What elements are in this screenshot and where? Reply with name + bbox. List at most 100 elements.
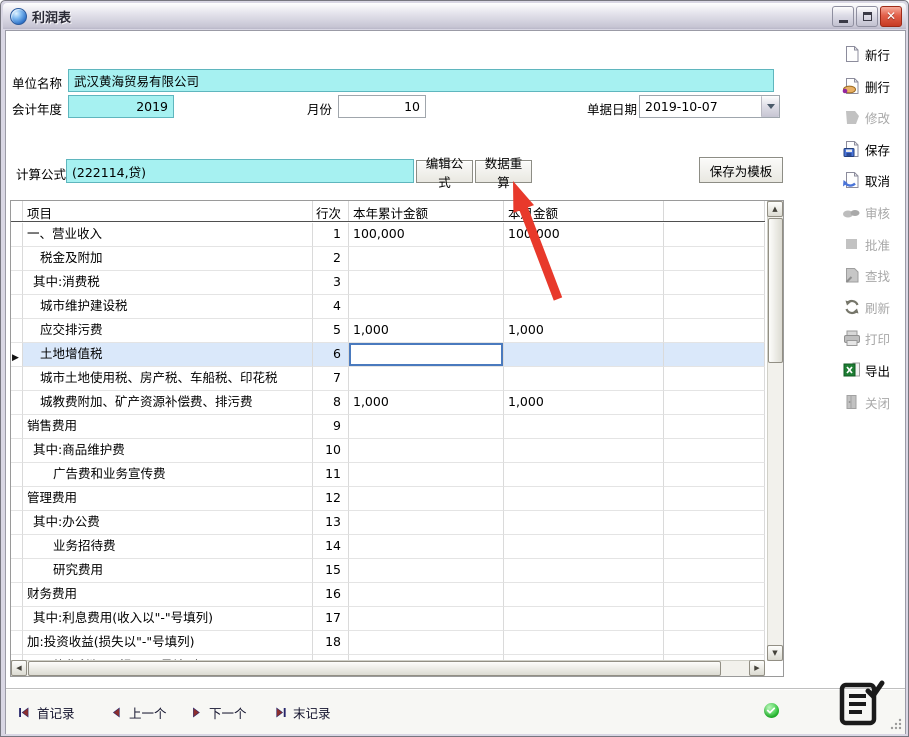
- item-cell[interactable]: 土地增值税: [23, 343, 313, 367]
- ytd-amount-cell[interactable]: 100,000: [349, 223, 504, 247]
- month-amount-cell[interactable]: [504, 607, 664, 631]
- ytd-amount-cell[interactable]: [349, 367, 504, 391]
- item-cell[interactable]: 加:投资收益(损失以"-"号填列): [23, 631, 313, 655]
- row-selector-cell[interactable]: [11, 583, 23, 607]
- table-row[interactable]: 广告费和业务宣传费11: [11, 463, 765, 487]
- close-button[interactable]: ✕: [880, 6, 902, 27]
- extra-cell[interactable]: [664, 271, 765, 295]
- ytd-amount-cell[interactable]: [349, 559, 504, 583]
- vertical-scroll-thumb[interactable]: [768, 218, 783, 363]
- month-input[interactable]: [338, 95, 426, 118]
- extra-cell[interactable]: [664, 415, 765, 439]
- line-no-cell[interactable]: 17: [313, 607, 349, 631]
- extra-cell[interactable]: [664, 511, 765, 535]
- item-cell[interactable]: 一、营业收入: [23, 223, 313, 247]
- line-no-cell[interactable]: 13: [313, 511, 349, 535]
- extra-cell[interactable]: [664, 583, 765, 607]
- ytd-amount-cell[interactable]: [349, 295, 504, 319]
- item-cell[interactable]: 城教费附加、矿产资源补偿费、排污费: [23, 391, 313, 415]
- ytd-amount-cell[interactable]: [349, 343, 504, 367]
- line-no-cell[interactable]: 9: [313, 415, 349, 439]
- month-amount-cell[interactable]: [504, 247, 664, 271]
- line-no-cell[interactable]: 2: [313, 247, 349, 271]
- line-no-cell[interactable]: 16: [313, 583, 349, 607]
- ytd-amount-cell[interactable]: [349, 583, 504, 607]
- month-amount-cell[interactable]: [504, 511, 664, 535]
- item-cell[interactable]: 税金及附加: [23, 247, 313, 271]
- line-no-cell[interactable]: 1: [313, 223, 349, 247]
- month-amount-cell[interactable]: 1,000: [504, 391, 664, 415]
- row-selector-cell[interactable]: ▶: [11, 343, 23, 367]
- line-no-cell[interactable]: 8: [313, 391, 349, 415]
- line-no-cell[interactable]: 10: [313, 439, 349, 463]
- extra-cell[interactable]: [664, 247, 765, 271]
- extra-cell[interactable]: [664, 607, 765, 631]
- scroll-up-icon[interactable]: ▲: [767, 201, 783, 217]
- row-selector-cell[interactable]: [11, 559, 23, 583]
- table-row[interactable]: 加:投资收益(损失以"-"号填列)18: [11, 631, 765, 655]
- maximize-button[interactable]: [856, 6, 878, 27]
- line-no-cell[interactable]: 6: [313, 343, 349, 367]
- sidebar-button-modify[interactable]: 修改: [842, 104, 904, 130]
- row-selector-cell[interactable]: [11, 367, 23, 391]
- item-cell[interactable]: 城市维护建设税: [23, 295, 313, 319]
- ytd-amount-cell[interactable]: [349, 631, 504, 655]
- sidebar-button-close-window[interactable]: 关闭: [842, 389, 904, 415]
- horizontal-scrollbar[interactable]: ◀ ▶: [11, 660, 765, 676]
- sidebar-button-print[interactable]: 打印: [842, 325, 904, 351]
- sidebar-button-audit[interactable]: 审核: [842, 199, 904, 225]
- item-cell[interactable]: 研究费用: [23, 559, 313, 583]
- month-amount-cell[interactable]: [504, 295, 664, 319]
- table-row[interactable]: 城市维护建设税4: [11, 295, 765, 319]
- ytd-amount-cell[interactable]: [349, 535, 504, 559]
- nav-first-record-button[interactable]: 首记录: [18, 703, 75, 722]
- sidebar-button-refresh[interactable]: 刷新: [842, 294, 904, 320]
- table-row[interactable]: 一、营业收入1100,000100,000: [11, 223, 765, 247]
- extra-cell[interactable]: [664, 319, 765, 343]
- item-cell[interactable]: 城市土地使用税、房产税、车船税、印花税: [23, 367, 313, 391]
- item-cell[interactable]: 财务费用: [23, 583, 313, 607]
- item-cell[interactable]: 其中:商品维护费: [23, 439, 313, 463]
- formula-input[interactable]: [66, 159, 414, 183]
- fiscal-year-input[interactable]: [68, 95, 174, 118]
- table-row[interactable]: 应交排污费51,0001,000: [11, 319, 765, 343]
- scroll-left-icon[interactable]: ◀: [11, 660, 27, 676]
- month-amount-cell[interactable]: [504, 271, 664, 295]
- ytd-amount-cell[interactable]: [349, 511, 504, 535]
- row-selector-cell[interactable]: [11, 439, 23, 463]
- edit-formula-button[interactable]: 编辑公式: [416, 160, 473, 183]
- sidebar-button-delete-row[interactable]: 删行: [842, 73, 904, 99]
- ytd-amount-cell[interactable]: [349, 247, 504, 271]
- row-selector-cell[interactable]: [11, 295, 23, 319]
- line-no-cell[interactable]: 4: [313, 295, 349, 319]
- table-row[interactable]: 管理费用12: [11, 487, 765, 511]
- sidebar-button-find[interactable]: 查找: [842, 262, 904, 288]
- month-amount-cell[interactable]: [504, 559, 664, 583]
- item-cell[interactable]: 广告费和业务宣传费: [23, 463, 313, 487]
- row-selector-cell[interactable]: [11, 487, 23, 511]
- month-amount-cell[interactable]: [504, 463, 664, 487]
- sidebar-button-cancel[interactable]: 取消: [842, 167, 904, 193]
- row-selector-cell[interactable]: [11, 271, 23, 295]
- table-row[interactable]: 其中:办公费13: [11, 511, 765, 535]
- extra-cell[interactable]: [664, 223, 765, 247]
- minimize-button[interactable]: [832, 6, 854, 27]
- line-no-cell[interactable]: 5: [313, 319, 349, 343]
- titlebar[interactable]: 利润表 ✕: [3, 3, 906, 29]
- line-no-cell[interactable]: 11: [313, 463, 349, 487]
- ytd-amount-cell[interactable]: [349, 487, 504, 511]
- item-cell[interactable]: 销售费用: [23, 415, 313, 439]
- extra-cell[interactable]: [664, 559, 765, 583]
- table-row[interactable]: 其中:商品维护费10: [11, 439, 765, 463]
- ytd-amount-cell[interactable]: [349, 271, 504, 295]
- doc-date-combobox[interactable]: 2019-10-07: [639, 95, 780, 118]
- line-no-cell[interactable]: 12: [313, 487, 349, 511]
- nav-last-record-button[interactable]: 末记录: [274, 703, 331, 722]
- sidebar-button-export-excel[interactable]: 导出: [842, 357, 904, 383]
- ytd-amount-cell[interactable]: [349, 415, 504, 439]
- month-amount-cell[interactable]: [504, 439, 664, 463]
- extra-cell[interactable]: [664, 343, 765, 367]
- month-amount-cell[interactable]: [504, 415, 664, 439]
- month-amount-cell[interactable]: 100,000: [504, 223, 664, 247]
- table-row[interactable]: 研究费用15: [11, 559, 765, 583]
